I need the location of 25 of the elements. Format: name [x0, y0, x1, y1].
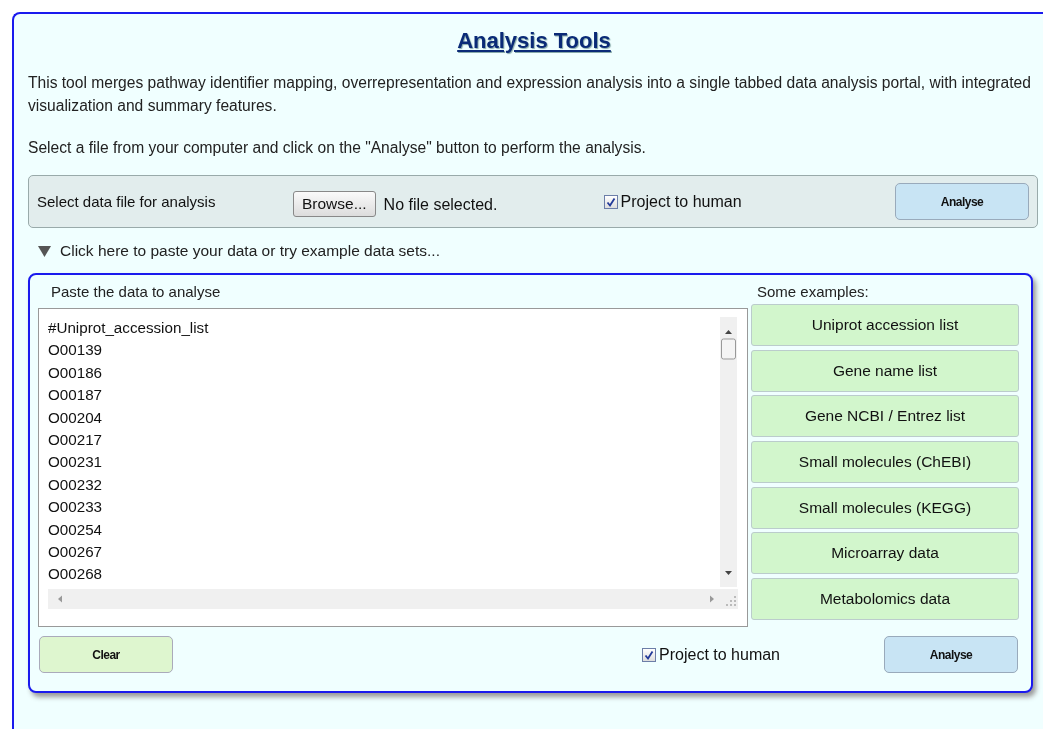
intro-text: This tool merges pathway identifier mapping, overrepresentation and expression analysis into a single tabbed data analysis portal, with integrated visualization and summary features. — [28, 73, 1032, 116]
example-button[interactable]: Microarray data — [751, 532, 1019, 575]
instruction-text: Select a file from your computer and click on the "Analyse" button to perform the analysis. — [28, 138, 647, 158]
analyse-button[interactable]: Analyse — [884, 636, 1018, 673]
checkbox-label: Project to human — [620, 192, 742, 211]
analyse-button[interactable]: Analyse — [895, 183, 1029, 220]
checkbox[interactable] — [603, 194, 618, 209]
example-button[interactable]: Uniprot accession list — [751, 304, 1019, 346]
clear-button[interactable]: Clear — [39, 636, 173, 673]
example-button[interactable]: Small molecules (KEGG) — [751, 486, 1019, 529]
pasted-text: #Uniprot_accession_list O00139 O00186 O00187 O00204 O00217 O00231 O00232 O00233 O00254 O00267 O00268 — [48, 318, 210, 585]
example-button[interactable]: Gene NCBI / Entrez list — [751, 395, 1019, 438]
example-button[interactable]: Metabolomics data — [751, 578, 1019, 621]
file-status: No file selected. — [383, 195, 499, 214]
checkbox-label: Project to human — [659, 645, 780, 664]
text-area[interactable]: #Uniprot_accession_list O00139 O00186 O00187 O00204 O00217 O00231 O00232 O00233 O00254 O00267 O00268 — [38, 308, 748, 627]
page-title: Analysis Tools — [457, 28, 611, 54]
field-label: Paste the data to analyse — [50, 283, 222, 300]
example-button[interactable]: Small molecules (ChEBI) — [751, 441, 1019, 484]
examples-label: Some examples: — [756, 283, 870, 300]
file-label: Select data file for analysis — [37, 193, 217, 210]
paste-toggle-link[interactable]: Click here to paste your data or try example data sets... — [60, 242, 440, 260]
checkbox[interactable] — [642, 647, 657, 662]
browse-button[interactable]: Browse... — [293, 190, 376, 217]
example-button[interactable]: Gene name list — [751, 349, 1019, 392]
